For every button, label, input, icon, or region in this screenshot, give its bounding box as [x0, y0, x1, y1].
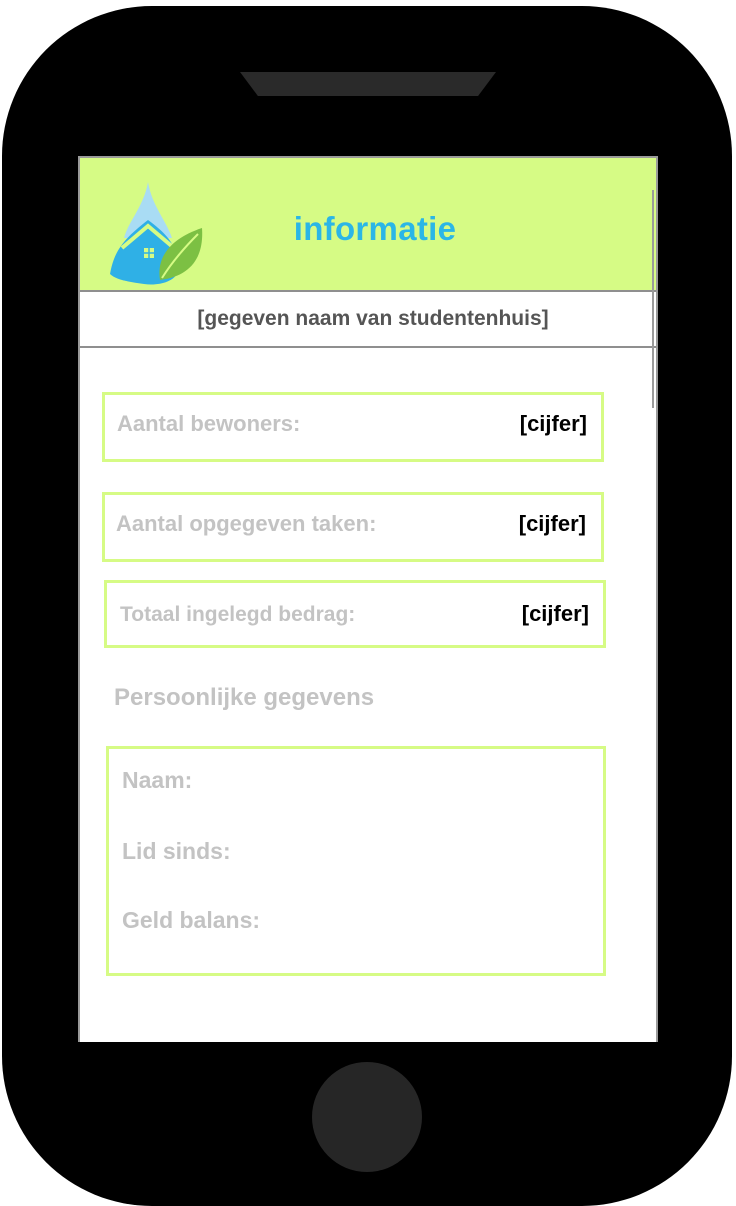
stat-value: [cijfer] — [521, 601, 589, 626]
screen-divider-left — [78, 190, 80, 408]
page-title: informatie — [293, 210, 457, 247]
field-member-since-label: Lid sinds: — [122, 838, 231, 864]
home-button[interactable] — [312, 1062, 422, 1172]
personal-details-card: Naam: Lid sinds: Geld balans: — [106, 746, 606, 976]
stat-label: Totaal ingelegd bedrag: — [120, 603, 356, 626]
screen-divider-right — [652, 190, 654, 408]
field-name-label: Naam: — [122, 767, 193, 793]
stat-value: [cijfer] — [518, 511, 586, 536]
stat-value: [cijfer] — [519, 411, 587, 436]
stat-label: Aantal bewoners: — [117, 411, 301, 436]
stat-label: Aantal opgegeven taken: — [116, 511, 377, 536]
stat-card-tasks: Aantal opgegeven taken: [cijfer] — [102, 492, 604, 562]
app-header: informatie — [80, 158, 656, 292]
house-name: [gegeven naam van studentenhuis] — [80, 292, 656, 348]
phone-speaker — [240, 72, 496, 96]
section-title-personal: Persoonlijke gegevens — [114, 684, 375, 711]
stat-card-deposit: Totaal ingelegd bedrag: [cijfer] — [104, 580, 606, 648]
field-balance-label: Geld balans: — [122, 907, 261, 933]
stat-card-residents: Aantal bewoners: [cijfer] — [102, 392, 604, 462]
